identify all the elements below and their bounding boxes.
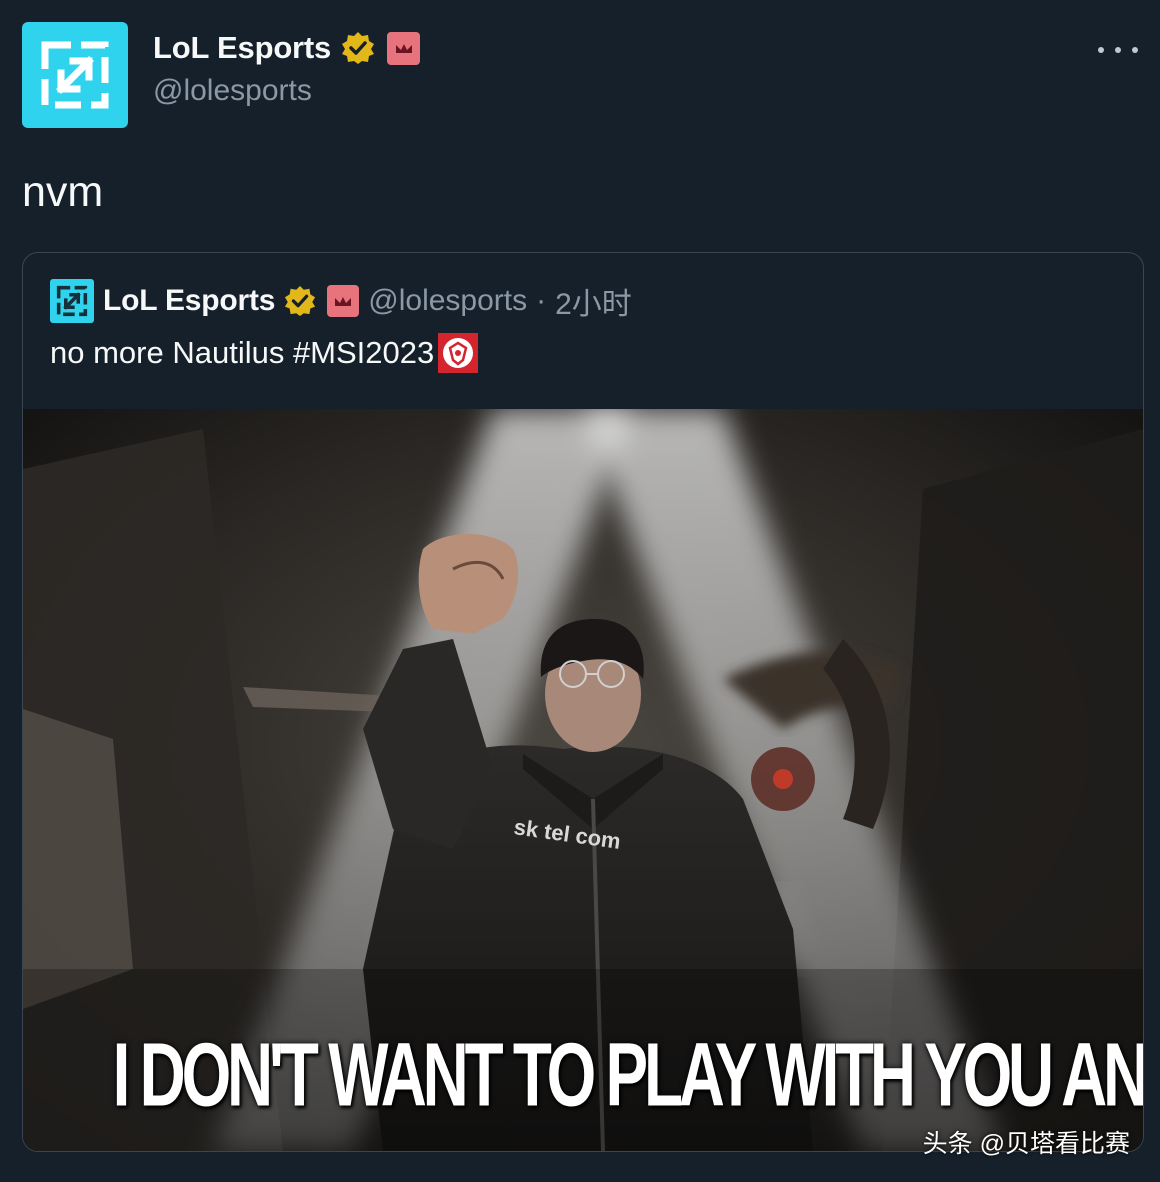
- author-handle[interactable]: @lolesports: [153, 74, 420, 108]
- more-options-icon[interactable]: [1098, 38, 1138, 62]
- quoted-tweet-text: no more Nautilus #MSI2023: [50, 335, 435, 370]
- affiliate-badge-icon[interactable]: [387, 31, 421, 65]
- more-dot: [1115, 47, 1121, 53]
- more-dot: [1132, 47, 1138, 53]
- quoted-tweet-card[interactable]: LoL Esports @lolesports · 2小时 no more Na…: [22, 252, 1144, 1152]
- tweet-header: LoL Esports @lolesports: [22, 22, 1138, 128]
- author-block: LoL Esports @lolesports: [153, 30, 421, 108]
- msi-emoji-icon: [438, 333, 479, 373]
- author-row: LoL Esports: [153, 30, 421, 66]
- quoted-tweet-header: LoL Esports @lolesports · 2小时: [50, 279, 632, 323]
- gold-verified-badge-icon[interactable]: [341, 31, 375, 65]
- meme-caption: I DON'T WANT TO PLAY WITH YOU ANYMORE: [112, 1025, 1143, 1126]
- gold-verified-badge-icon[interactable]: [284, 285, 316, 317]
- author-name[interactable]: LoL Esports: [153, 30, 331, 66]
- quoted-tweet-text-row: no more Nautilus #MSI2023: [50, 333, 479, 373]
- lol-esports-logo-icon[interactable]: [50, 279, 94, 323]
- lol-esports-logo-icon[interactable]: [22, 22, 128, 128]
- watermark: 头条 @贝塔看比赛: [922, 1130, 1130, 1158]
- more-dot: [1098, 47, 1104, 53]
- quoted-author-name[interactable]: LoL Esports: [103, 284, 275, 318]
- affiliate-badge-icon[interactable]: [327, 285, 360, 317]
- timestamp[interactable]: 2小时: [555, 279, 632, 323]
- tweet-text: nvm: [22, 168, 104, 216]
- quoted-tweet-image[interactable]: sk tel com I DON'T WANT TO PLAY WITH YOU…: [23, 409, 1143, 1151]
- quoted-author-handle[interactable]: @lolesports: [368, 284, 527, 318]
- separator-dot: ·: [536, 284, 547, 317]
